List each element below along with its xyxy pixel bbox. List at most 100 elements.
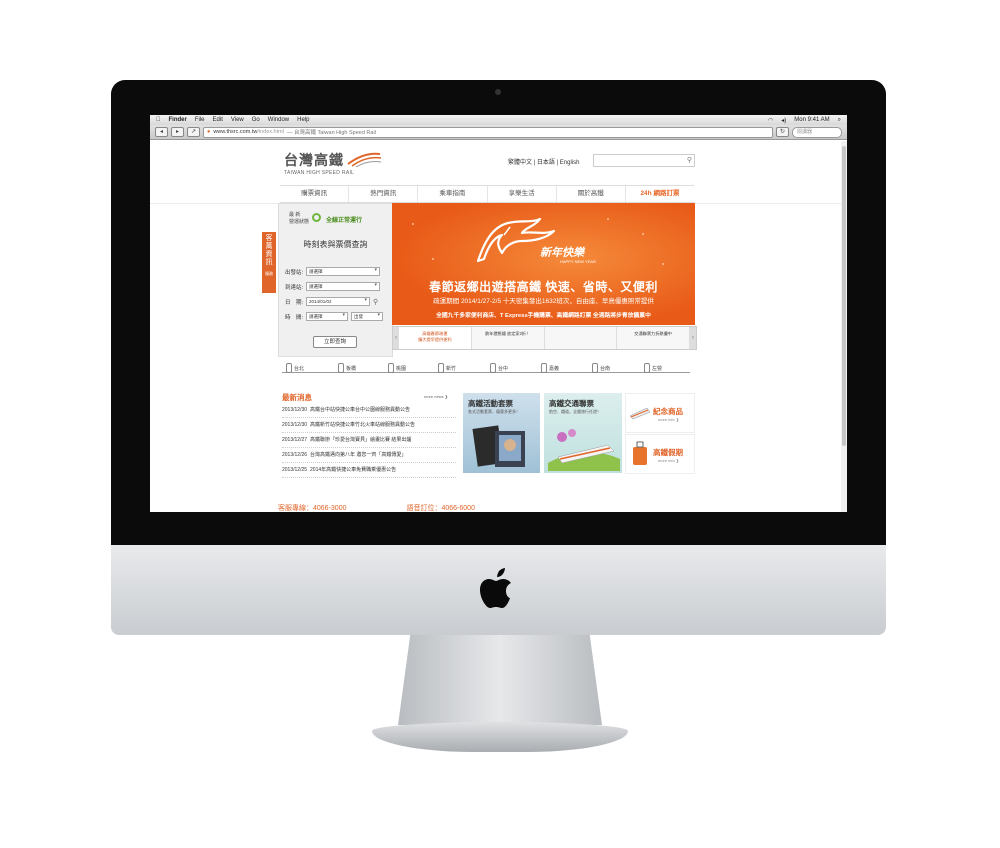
language-switcher[interactable]: 繁體中文 | 日本語 | English (508, 157, 579, 166)
menubar-clock[interactable]: Mon 9:41 AM (794, 117, 829, 123)
to-label: 到達站: (285, 284, 304, 291)
news-text: 高鐵台中站快捷公車台中公園線服務異動公告 (310, 407, 411, 413)
page-title: — 台灣高鐵 Taiwan High Speed Rail (286, 130, 376, 136)
mac-menubar:  Finder File Edit View Go Window Help ◠… (150, 115, 847, 125)
carousel-next-button[interactable]: › (690, 327, 696, 349)
forward-button[interactable]: ▸ (171, 127, 184, 137)
activity-ticket-sub: 各式活動套票，優惠多更多！ (468, 409, 520, 414)
menu-edit[interactable]: Edit (213, 117, 223, 123)
menu-file[interactable]: File (195, 117, 205, 123)
news-date: 2013/12/25 (282, 467, 308, 473)
station-label: 台中 (498, 365, 509, 372)
station-zuoying[interactable]: 左營 (644, 363, 662, 373)
station-label: 新竹 (446, 365, 457, 372)
url-path: /index.html (257, 129, 284, 135)
souvenir-train-icon (629, 407, 651, 420)
holiday-label: 高鐵假期 (653, 448, 683, 457)
menu-go[interactable]: Go (252, 117, 260, 123)
query-submit-button[interactable]: 立即查詢 (313, 336, 357, 348)
news-date: 2013/12/30 (282, 422, 308, 428)
station-hsinchu[interactable]: 新竹 (438, 363, 456, 373)
station-pin-icon (644, 363, 650, 373)
news-item[interactable]: 2013/12/30 高鐵新竹站快捷公車竹北火車站線服務異動公告 (282, 418, 456, 433)
carousel-item[interactable]: 高鐵春節疏運 擴大提早提供便利 (399, 327, 472, 349)
station-line: 台北 板橋 桃園 新竹 台中 嘉義 台南 左營 (280, 361, 692, 377)
carousel-item[interactable]: 熱年穩態鐵 放定家2折！ (472, 327, 545, 349)
station-tainan[interactable]: 台南 (592, 363, 610, 373)
reload-button[interactable]: ↻ (776, 127, 789, 137)
news-item[interactable]: 2013/12/26 台灣高鐵邁向第八年 邀您一齊「高鐵傳愛」 (282, 448, 456, 463)
news-item[interactable]: 2013/12/27 高鐵聯辦「珍愛台灣寶貝」繪畫比賽 結果出爐 (282, 433, 456, 448)
customer-info-small: 服務 (265, 271, 273, 276)
news-list: 2013/12/30 高鐵台中站快捷公車台中公園線服務異動公告 2013/12/3… (282, 403, 456, 478)
banner-headline: 春節返鄉出遊搭高鐵 快速、省時、又便利 (429, 280, 658, 294)
search-icon[interactable]: ⌕ (838, 117, 841, 124)
status-indicator-icon (312, 213, 321, 222)
menu-view[interactable]: View (231, 117, 244, 123)
menu-help[interactable]: Help (297, 117, 309, 123)
station-taoyuan[interactable]: 桃園 (388, 363, 406, 373)
joint-ticket-title: 高鐵交通聯票 (549, 399, 594, 408)
site-favicon-icon: ● (207, 129, 211, 135)
station-banqiao[interactable]: 板橋 (338, 363, 356, 373)
date-label: 日 期: (285, 299, 304, 306)
from-station-select[interactable]: 請選擇 (306, 267, 381, 276)
share-button[interactable]: ↗ (187, 127, 200, 137)
news-item[interactable]: 2013/12/30 高鐵台中站快捷公車台中公園線服務異動公告 (282, 403, 456, 418)
hero-banner[interactable]: 新年快樂 HAPPY NEW YEAR 春節返鄉出遊搭高鐵 快速、省時、又便利 … (392, 203, 695, 325)
news-date: 2013/12/27 (282, 437, 308, 443)
from-label: 出發站: (285, 269, 304, 276)
date-row: 日 期: 2014/01/02 ⚲ (285, 297, 378, 306)
station-chiayi[interactable]: 嘉義 (541, 363, 559, 373)
reader-search-field[interactable]: 閱讀器 (792, 126, 842, 138)
camera (495, 89, 501, 95)
souvenir-tile[interactable]: 紀念商品 more info ❯ (625, 393, 695, 433)
calendar-search-icon[interactable]: ⚲ (373, 298, 378, 306)
holiday-tile[interactable]: 高鐵假期 more info ❯ (625, 434, 695, 474)
volume-icon[interactable]: ◂) (781, 117, 786, 124)
nav-ride-guide[interactable]: 乘車指南 (418, 186, 488, 202)
banner-subline-2: 全國九千多家便利商店、T Express手機購票、高鐵網路訂票 全適路將步青放鶴… (436, 313, 651, 319)
nav-ticket-info[interactable]: 購票資訊 (280, 186, 350, 202)
luggage-icon (633, 441, 647, 465)
to-station-select[interactable]: 請選擇 (306, 282, 381, 291)
from-row: 出發站: 請選擇 (285, 267, 381, 276)
customer-info-tab[interactable]: 客 萬 資 訊 服務 (262, 232, 276, 293)
news-text: 台灣高鐵邁向第八年 邀您一齊「高鐵傳愛」 (310, 452, 407, 458)
search-icon[interactable]: ⚲ (687, 156, 692, 164)
date-input[interactable]: 2014/01/02 (306, 297, 371, 306)
nav-about[interactable]: 關於高鐵 (557, 186, 626, 202)
nav-online-booking[interactable]: 24h 網路訂票 (626, 186, 694, 202)
news-more-link[interactable]: more news ❯ (424, 394, 448, 399)
station-taipei[interactable]: 台北 (286, 363, 304, 373)
scrollbar-thumb[interactable] (842, 146, 846, 446)
menu-finder[interactable]: Finder (169, 117, 187, 123)
nav-hot-info[interactable]: 熱門資訊 (349, 186, 419, 202)
apple-menu-icon[interactable]:  (156, 117, 161, 123)
news-item[interactable]: 2013/12/25 2014年高鐵快捷公車免費職乘優惠公告 (282, 463, 456, 478)
site-search-input[interactable]: ⚲ (593, 154, 695, 167)
carousel-item[interactable]: 交通聯票力折熱優中 (617, 327, 690, 349)
carousel-item[interactable] (545, 327, 618, 349)
menu-window[interactable]: Window (268, 117, 289, 123)
station-label: 嘉義 (549, 365, 560, 372)
nav-leisure[interactable]: 享樂生活 (488, 186, 557, 202)
service-hotline: 客服專線：4066-3000 (278, 505, 347, 512)
main-nav: 購票資訊 熱門資訊 乘車指南 享樂生活 關於高鐵 24h 網路訂票 (280, 185, 694, 203)
activity-ticket-tile[interactable]: 高鐵活動套票 各式活動套票，優惠多更多！ (463, 393, 540, 473)
back-button[interactable]: ◂ (155, 127, 168, 137)
direction-select[interactable]: 出發 (351, 312, 384, 321)
souvenir-more: more info ❯ (658, 417, 680, 422)
imac-stand (398, 635, 602, 725)
station-taichung[interactable]: 台中 (490, 363, 508, 373)
wifi-icon[interactable]: ◠ (768, 117, 773, 124)
url-text: www.thsrc.com.tw (213, 129, 258, 135)
new-year-en: HAPPY NEW YEAR (560, 259, 596, 264)
station-pin-icon (338, 363, 344, 373)
train-landscape-icon (548, 429, 620, 471)
thsr-logo[interactable]: 台灣高鐵 TAIWAN HIGH SPEED RAIL (284, 150, 384, 178)
address-bar[interactable]: ● www.thsrc.com.tw/index.html — 台灣高鐵 Tai… (203, 126, 773, 138)
page-scrollbar[interactable] (841, 141, 847, 512)
joint-ticket-tile[interactable]: 高鐵交通聯票 航空、鐵道，全國旅行任遊！ (544, 393, 622, 473)
time-select[interactable]: 請選擇 (306, 312, 349, 321)
